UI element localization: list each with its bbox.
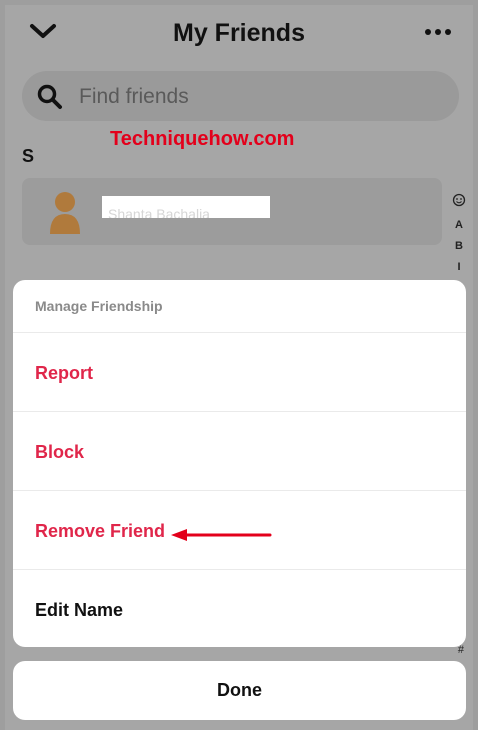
remove-friend-label: Remove Friend [35, 521, 166, 541]
index-letter-a[interactable]: A [452, 215, 466, 236]
friend-list-item[interactable]: Shanta Bachalia [22, 178, 442, 245]
header: My Friends [5, 5, 473, 61]
search-input[interactable] [77, 82, 441, 112]
edit-name-button[interactable]: Edit Name [13, 570, 466, 647]
done-button[interactable]: Done [13, 661, 466, 720]
block-button[interactable]: Block [13, 412, 466, 491]
page-title: My Friends [173, 19, 305, 47]
block-label: Block [35, 442, 85, 462]
report-label: Report [35, 363, 93, 383]
index-letter-b[interactable]: B [452, 236, 466, 257]
smiley-icon[interactable] [452, 193, 466, 207]
index-letter-i[interactable]: I [452, 257, 466, 278]
avatar-icon [50, 192, 80, 234]
watermark-text: Techniquehow.com [110, 128, 295, 150]
section-header: S [22, 146, 35, 166]
search-icon [37, 84, 62, 109]
edit-name-label: Edit Name [35, 600, 124, 620]
report-button[interactable]: Report [13, 333, 466, 412]
annotation-arrow-icon [171, 529, 272, 541]
alphabet-index[interactable]: A B I [452, 193, 466, 278]
friend-name-redacted: Shanta Bachalia [102, 196, 270, 218]
search-bar[interactable] [22, 71, 459, 121]
more-options-icon[interactable] [425, 29, 451, 35]
sheet-title: Manage Friendship [13, 280, 466, 333]
remove-friend-button[interactable]: Remove Friend [13, 491, 466, 570]
manage-friendship-sheet: Manage Friendship Report Block Remove Fr… [13, 280, 466, 647]
